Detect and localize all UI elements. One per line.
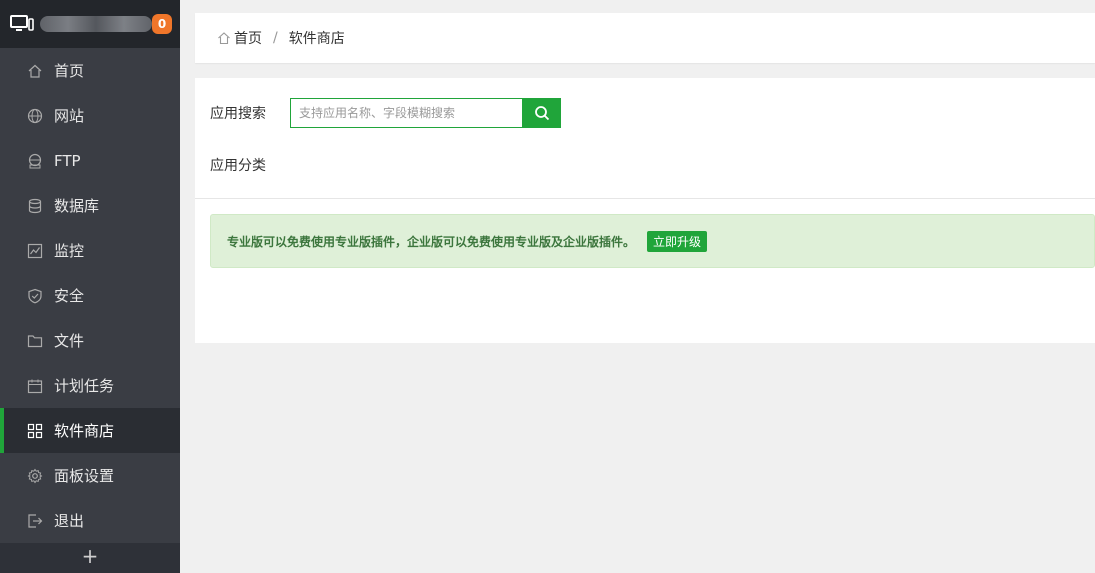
category-row: 应用分类: [210, 155, 266, 175]
monitor-chart-icon: [27, 243, 43, 259]
sidebar-item-label: 安全: [54, 287, 85, 305]
home-icon: [217, 31, 231, 45]
app-store-panel: 应用搜索 应用分类 专业版可以免费使用专业版插件，企业版可以免费使用专业版及企业…: [195, 78, 1095, 343]
database-icon: [27, 198, 43, 214]
add-button[interactable]: +: [0, 543, 180, 573]
monitor-icon: [10, 14, 34, 34]
upgrade-notice: 专业版可以免费使用专业版插件，企业版可以免费使用专业版及企业版插件。 立即升级: [210, 214, 1095, 268]
sidebar-item-label: 监控: [54, 242, 85, 260]
notice-text: 专业版可以免费使用专业版插件，企业版可以免费使用专业版及企业版插件。: [227, 234, 636, 249]
home-icon: [27, 63, 43, 79]
sidebar-item-label: 退出: [54, 512, 85, 530]
search-icon: [534, 105, 550, 121]
sidebar-item-label: 计划任务: [54, 377, 115, 395]
sidebar-item-label: 首页: [54, 62, 85, 80]
sidebar-item-label: 网站: [54, 107, 85, 125]
sidebar-item-monitor[interactable]: 监控: [0, 228, 180, 273]
sidebar-item-label: 数据库: [54, 197, 100, 215]
globe-icon: [27, 108, 43, 124]
upgrade-now-button[interactable]: 立即升级: [647, 230, 708, 252]
sidebar-header: 0: [0, 0, 180, 48]
grid-apps-icon: [27, 423, 43, 439]
category-label: 应用分类: [210, 158, 266, 174]
sidebar-item-files[interactable]: 文件: [0, 318, 180, 363]
breadcrumb-separator: /: [273, 30, 278, 46]
sidebar-item-label: 软件商店: [54, 422, 115, 440]
sidebar-item-settings[interactable]: 面板设置: [0, 453, 180, 498]
breadcrumb-current: 软件商店: [288, 31, 345, 47]
sidebar-item-ftp[interactable]: FTP: [0, 138, 180, 183]
hostname-blurred: [40, 16, 152, 32]
sidebar-item-security[interactable]: 安全: [0, 273, 180, 318]
sidebar-item-logout[interactable]: 退出: [0, 498, 180, 543]
ftp-icon: [27, 153, 43, 169]
sidebar-item-cron[interactable]: 计划任务: [0, 363, 180, 408]
sidebar-item-label: 面板设置: [54, 467, 115, 485]
sidebar-item-label: FTP: [54, 151, 81, 170]
sidebar-item-label: 文件: [54, 332, 85, 350]
sidebar: 0 首页 网站 FTP 数据库 监控 安全 文件 计划任务 软件商店 面板设置 …: [0, 0, 180, 573]
sidebar-item-website[interactable]: 网站: [0, 93, 180, 138]
search-button[interactable]: [522, 98, 561, 128]
notification-badge[interactable]: 0: [152, 14, 172, 34]
sidebar-item-database[interactable]: 数据库: [0, 183, 180, 228]
sidebar-item-home[interactable]: 首页: [0, 48, 180, 93]
search-row: 应用搜索: [210, 98, 561, 128]
folder-icon: [27, 333, 43, 349]
calendar-icon: [27, 378, 43, 394]
sidebar-item-app-store[interactable]: 软件商店: [0, 408, 180, 453]
shield-icon: [27, 288, 43, 304]
breadcrumb-home-link[interactable]: 首页: [234, 28, 262, 48]
search-label: 应用搜索: [210, 106, 266, 122]
search-input[interactable]: [290, 98, 522, 128]
divider: [195, 198, 1095, 199]
sidebar-nav: 首页 网站 FTP 数据库 监控 安全 文件 计划任务 软件商店 面板设置 退出: [0, 48, 180, 543]
breadcrumb: 首页 / 软件商店: [195, 13, 1095, 63]
gear-icon: [27, 468, 43, 484]
logout-icon: [27, 513, 43, 529]
